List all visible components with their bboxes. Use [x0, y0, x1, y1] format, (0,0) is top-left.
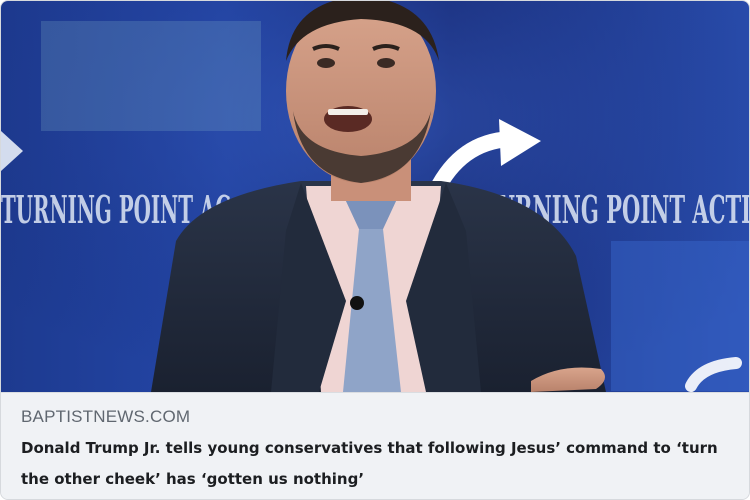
article-thumbnail[interactable]: TURNING POINT AC TURNING POINT ACTI	[1, 1, 749, 392]
source-domain: BAPTISTNEWS.COM	[21, 407, 191, 426]
link-preview-meta[interactable]: BAPTISTNEWS.COM Donald Trump Jr. tells y…	[1, 392, 749, 499]
link-preview-card[interactable]: TURNING POINT AC TURNING POINT ACTI BAPT…	[0, 0, 750, 500]
speaker-photo-illustration: TURNING POINT AC TURNING POINT ACTI	[1, 1, 749, 392]
article-headline[interactable]: Donald Trump Jr. tells young conservativ…	[21, 433, 736, 495]
